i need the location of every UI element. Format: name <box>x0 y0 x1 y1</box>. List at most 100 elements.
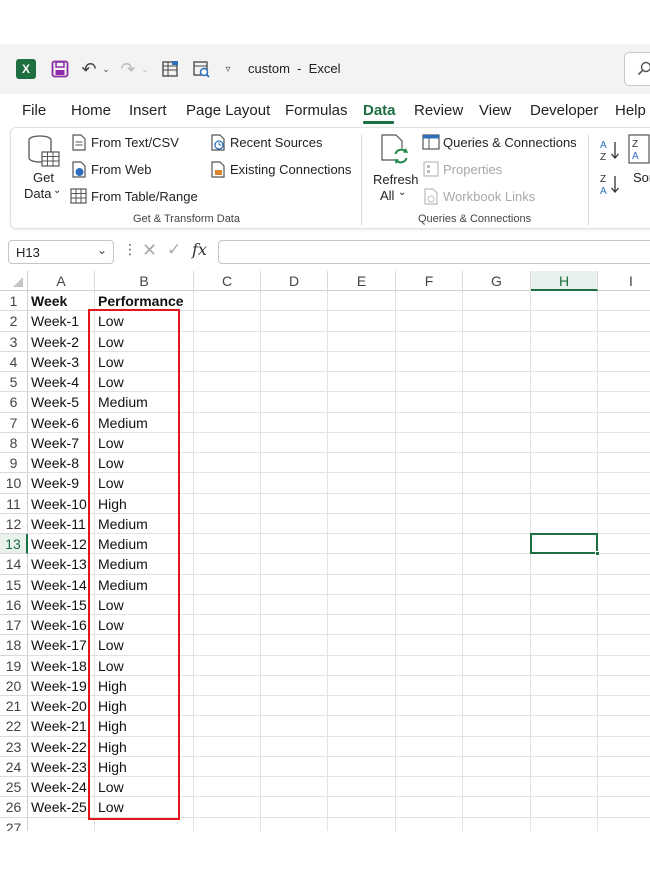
from-table-range-button[interactable]: From Table/Range <box>91 189 198 204</box>
get-data-label-1[interactable]: Get <box>33 170 54 185</box>
cell-f13[interactable] <box>396 534 463 555</box>
cell-a8[interactable]: Week-7 <box>28 432 95 453</box>
cell-c27[interactable] <box>194 817 261 831</box>
undo-dropdown-icon[interactable]: ⌄ <box>101 58 111 80</box>
cell-c3[interactable] <box>194 331 261 352</box>
cell-c11[interactable] <box>194 493 261 514</box>
cell-h3[interactable] <box>531 331 598 352</box>
cell-e5[interactable] <box>328 372 396 393</box>
cell-d1[interactable] <box>261 291 328 312</box>
cell-d10[interactable] <box>261 473 328 494</box>
column-header-h[interactable]: H <box>531 271 598 291</box>
existing-connections-button[interactable]: Existing Connections <box>230 162 351 177</box>
cell-h15[interactable] <box>531 574 598 595</box>
tab-insert[interactable]: Insert <box>129 102 167 119</box>
row-header-13[interactable]: 13 <box>0 534 28 555</box>
from-text-csv-button[interactable]: From Text/CSV <box>91 135 179 150</box>
cell-g18[interactable] <box>463 635 531 656</box>
cell-i4[interactable] <box>598 352 650 372</box>
from-web-button[interactable]: From Web <box>91 162 151 177</box>
cell-h25[interactable] <box>531 777 598 798</box>
select-all-button[interactable] <box>0 271 28 291</box>
cell-f5[interactable] <box>396 372 463 393</box>
cell-h11[interactable] <box>531 493 598 514</box>
row-header-16[interactable]: 16 <box>0 594 28 615</box>
cell-c4[interactable] <box>194 351 261 372</box>
row-header-20[interactable]: 20 <box>0 675 28 696</box>
cell-e15[interactable] <box>328 574 396 595</box>
cell-c8[interactable] <box>194 432 261 453</box>
cell-g16[interactable] <box>463 594 531 615</box>
cell-g23[interactable] <box>463 736 531 757</box>
cell-h26[interactable] <box>531 797 598 818</box>
cell-c12[interactable] <box>194 513 261 534</box>
cell-d7[interactable] <box>261 412 328 433</box>
cancel-icon[interactable]: ✕ <box>142 240 157 261</box>
cell-g20[interactable] <box>463 675 531 696</box>
more-options-icon[interactable]: ⋮ <box>123 241 137 258</box>
custom-views-icon[interactable] <box>191 58 211 80</box>
cell-g11[interactable] <box>463 493 531 514</box>
row-header-7[interactable]: 7 <box>0 412 28 433</box>
column-header-g[interactable]: G <box>463 271 531 291</box>
sort-a-z-icon[interactable]: AZ <box>599 138 621 167</box>
cell-c16[interactable] <box>194 594 261 615</box>
cell-g27[interactable] <box>463 817 531 831</box>
cell-g1[interactable] <box>463 291 531 312</box>
column-header-d[interactable]: D <box>261 271 328 291</box>
cell-e21[interactable] <box>328 696 396 717</box>
cell-i17[interactable] <box>598 615 650 636</box>
cell-e6[interactable] <box>328 392 396 413</box>
cell-f22[interactable] <box>396 716 463 737</box>
cell-h23[interactable] <box>531 736 598 757</box>
cell-h9[interactable] <box>531 453 598 474</box>
cell-c20[interactable] <box>194 675 261 696</box>
cell-e24[interactable] <box>328 756 396 777</box>
cell-g12[interactable] <box>463 513 531 534</box>
worksheet-grid[interactable]: A B C D E F G H I 1 Week Performance 2 Week-1 Low 3 Week… <box>0 271 650 831</box>
cell-e4[interactable] <box>328 351 396 372</box>
cell-e13[interactable] <box>328 534 396 555</box>
cell-i16[interactable] <box>598 595 650 615</box>
cell-a20[interactable]: Week-19 <box>28 675 95 696</box>
sort-icon[interactable]: ZA <box>628 134 650 169</box>
cell-d5[interactable] <box>261 372 328 393</box>
cell-b1[interactable]: Performance <box>95 291 194 312</box>
tab-data[interactable]: Data <box>363 102 396 119</box>
cell-h17[interactable] <box>531 615 598 636</box>
cell-i10[interactable] <box>598 473 650 494</box>
cell-a10[interactable]: Week-9 <box>28 473 95 494</box>
cell-g4[interactable] <box>463 351 531 372</box>
cell-e16[interactable] <box>328 594 396 615</box>
cell-e27[interactable] <box>328 817 396 831</box>
cell-f18[interactable] <box>396 635 463 656</box>
cell-i24[interactable] <box>598 757 650 777</box>
cell-d2[interactable] <box>261 311 328 332</box>
row-header-9[interactable]: 9 <box>0 453 28 474</box>
column-header-a[interactable]: A <box>28 271 95 291</box>
row-header-3[interactable]: 3 <box>0 331 28 352</box>
cell-d27[interactable] <box>261 817 328 831</box>
cell-i13[interactable] <box>598 534 650 555</box>
cell-e12[interactable] <box>328 513 396 534</box>
row-header-5[interactable]: 5 <box>0 372 28 393</box>
chevron-down-icon[interactable]: ⌄ <box>398 187 406 198</box>
cell-f7[interactable] <box>396 412 463 433</box>
cell-a25[interactable]: Week-24 <box>28 777 95 798</box>
cell-i25[interactable] <box>598 777 650 798</box>
cell-a9[interactable]: Week-8 <box>28 453 95 474</box>
cell-h5[interactable] <box>531 372 598 393</box>
cell-d23[interactable] <box>261 736 328 757</box>
column-header-e[interactable]: E <box>328 271 396 291</box>
cell-g26[interactable] <box>463 797 531 818</box>
cell-a14[interactable]: Week-13 <box>28 554 95 575</box>
row-header-1[interactable]: 1 <box>0 291 28 312</box>
cell-g21[interactable] <box>463 696 531 717</box>
cell-f2[interactable] <box>396 311 463 332</box>
sort-z-a-icon[interactable]: ZA <box>599 172 621 201</box>
tab-file[interactable]: File <box>22 102 46 119</box>
cell-h4[interactable] <box>531 351 598 372</box>
cell-d22[interactable] <box>261 716 328 737</box>
cell-f15[interactable] <box>396 574 463 595</box>
cell-e17[interactable] <box>328 615 396 636</box>
